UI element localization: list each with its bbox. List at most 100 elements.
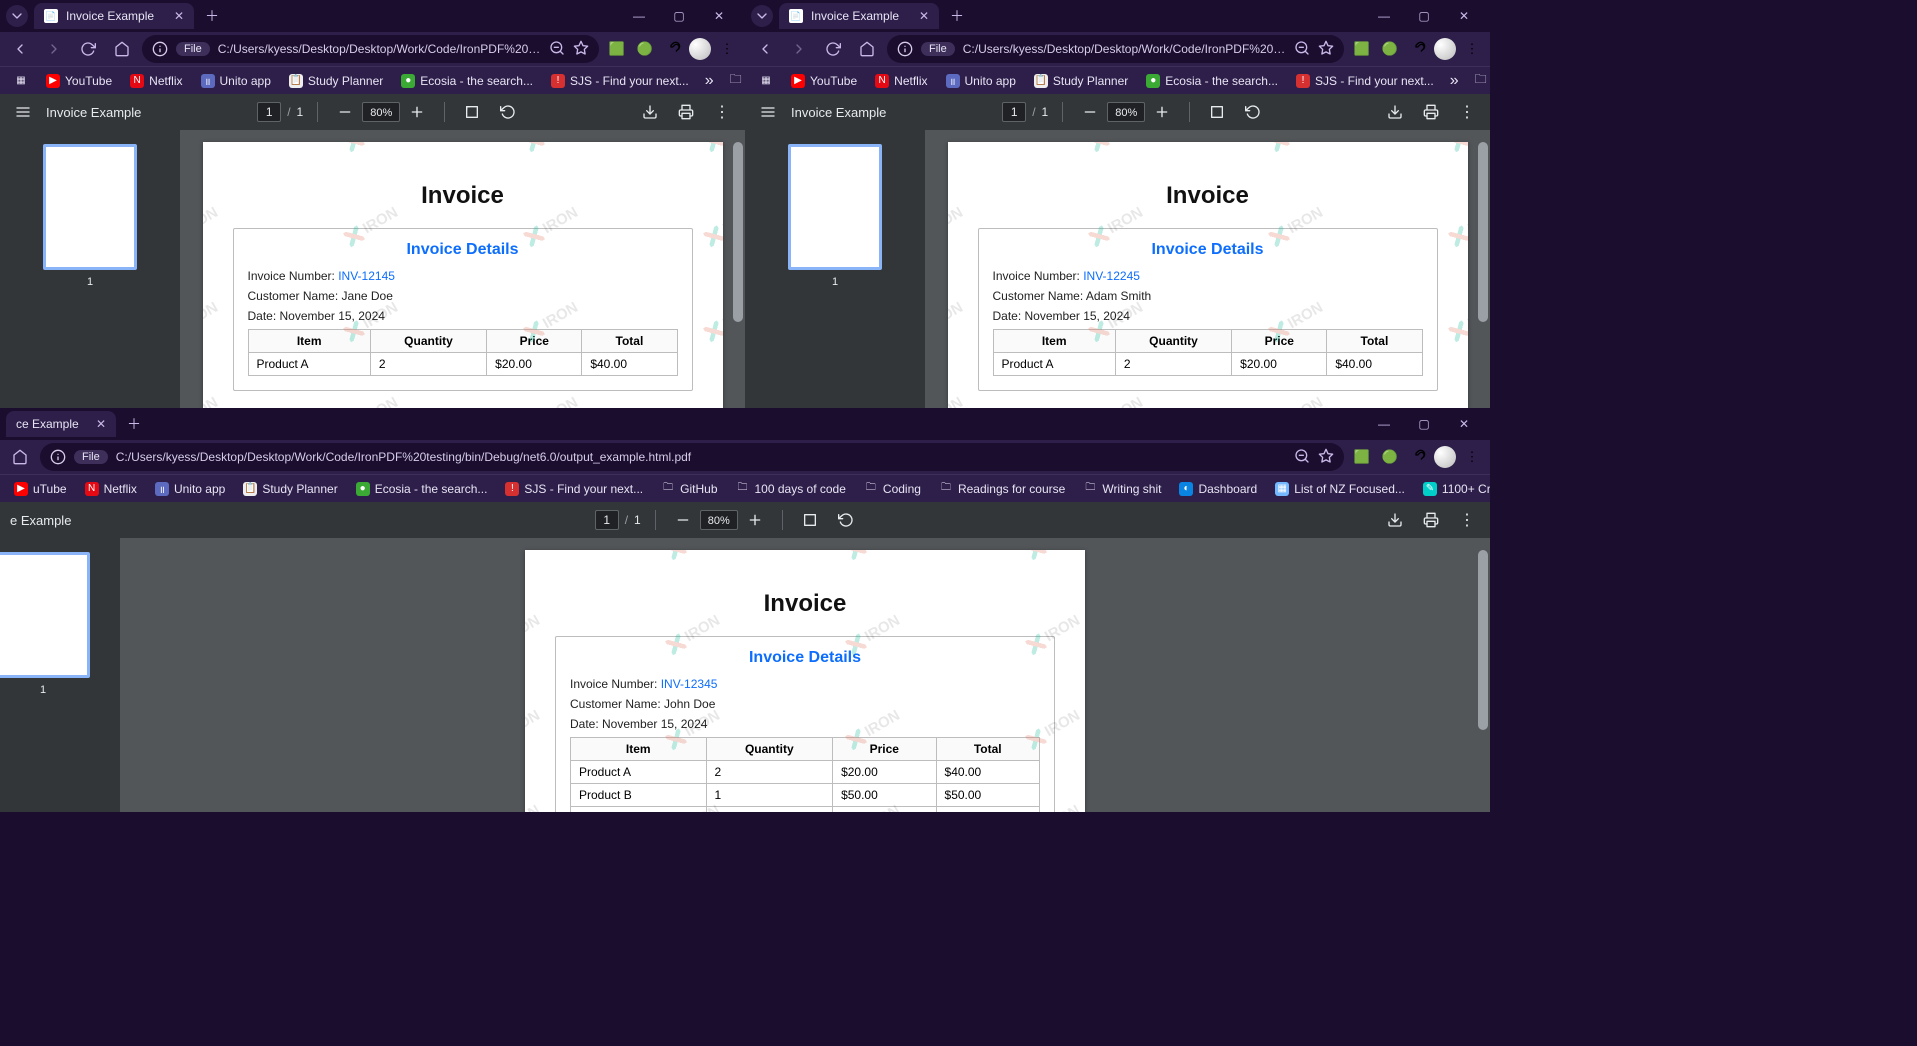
download-button[interactable] [1382, 99, 1408, 125]
pdf-more-button[interactable]: ⋮ [1454, 99, 1480, 125]
page-view[interactable]: IRONIRONIRONIRONIRONIRONIRONIRONIRONIRON… [180, 130, 745, 408]
zoom-in-button[interactable] [1149, 99, 1175, 125]
bookmark-unito[interactable]: ॥Unito app [193, 70, 279, 92]
home-button[interactable] [6, 443, 34, 471]
close-window-button[interactable]: ✕ [699, 2, 739, 30]
bookmark-netflix[interactable]: NNetflix [122, 70, 190, 92]
new-tab-button[interactable]: ＋ [122, 412, 146, 436]
star-icon[interactable] [573, 40, 589, 59]
bookmark-sjs[interactable]: !SJS - Find your next... [543, 70, 697, 92]
minimize-button[interactable]: — [1364, 2, 1404, 30]
zoom-icon[interactable] [1294, 40, 1310, 59]
maximize-button[interactable]: ▢ [1404, 2, 1444, 30]
browser-menu-button[interactable]: ⋮ [1460, 37, 1484, 61]
maximize-button[interactable]: ▢ [659, 2, 699, 30]
browser-tab[interactable]: 📄 Invoice Example ✕ [34, 3, 194, 29]
browser-menu-button[interactable]: ⋮ [715, 37, 739, 61]
address-bar[interactable]: File C:/Users/kyess/Desktop/Desktop/Work… [40, 443, 1344, 471]
zoom-out-button[interactable] [670, 507, 696, 533]
bookmark-netflix[interactable]: NNetflix [77, 478, 145, 500]
download-button[interactable] [1382, 507, 1408, 533]
bookmark-readings[interactable]: 🗀Readings for course [931, 478, 1073, 500]
address-bar[interactable]: File C:/Users/kyess/Desktop/Desktop/Work… [142, 35, 599, 63]
extensions-button[interactable] [1406, 37, 1430, 61]
extension-grammarly[interactable]: 🟢 [1378, 37, 1402, 61]
extensions-button[interactable] [1406, 445, 1430, 469]
vertical-scrollbar[interactable] [733, 142, 743, 322]
bookmark-unito[interactable]: ॥Unito app [147, 478, 233, 500]
close-tab-button[interactable]: ✕ [917, 9, 931, 23]
bookmark-dashboard[interactable]: ◐Dashboard [1171, 478, 1265, 500]
extensions-button[interactable] [661, 37, 685, 61]
extension-grammarly[interactable]: 🟢 [1378, 445, 1402, 469]
vertical-scrollbar[interactable] [1478, 142, 1488, 322]
current-page-input[interactable] [257, 102, 281, 122]
bookmark-study-planner[interactable]: 📋Study Planner [1026, 70, 1136, 92]
extension-1[interactable]: 🟩 [1350, 445, 1374, 469]
current-page-input[interactable] [1002, 102, 1026, 122]
fit-page-button[interactable] [1204, 99, 1230, 125]
vertical-scrollbar[interactable] [1478, 550, 1488, 730]
download-button[interactable] [637, 99, 663, 125]
bookmark-creative[interactable]: ✎1100+ Creative Writ... [1415, 478, 1490, 500]
bookmark-100days[interactable]: 🗀100 days of code [728, 478, 854, 500]
profile-avatar[interactable] [1434, 38, 1456, 60]
pdf-more-button[interactable]: ⋮ [709, 99, 735, 125]
minimize-button[interactable]: — [619, 2, 659, 30]
page-thumbnail[interactable] [788, 144, 882, 270]
close-window-button[interactable]: ✕ [1444, 410, 1484, 438]
rotate-button[interactable] [833, 507, 859, 533]
profile-avatar[interactable] [1434, 446, 1456, 468]
browser-menu-button[interactable]: ⋮ [1460, 445, 1484, 469]
forward-button[interactable] [40, 35, 68, 63]
bookmark-coding[interactable]: 🗀Coding [856, 478, 929, 500]
bookmark-ecosia[interactable]: ●Ecosia - the search... [348, 478, 496, 500]
close-tab-button[interactable]: ✕ [94, 417, 108, 431]
page-thumbnail[interactable] [0, 552, 90, 678]
maximize-button[interactable]: ▢ [1404, 410, 1444, 438]
zoom-out-button[interactable] [332, 99, 358, 125]
page-view[interactable]: IRONIRONIRONIRONIRONIRONIRONIRONIRONIRON… [925, 130, 1490, 408]
zoom-in-button[interactable] [742, 507, 768, 533]
extension-grammarly[interactable]: 🟢 [633, 37, 657, 61]
print-button[interactable] [673, 99, 699, 125]
zoom-level[interactable]: 80% [362, 102, 400, 122]
pdf-menu-button[interactable] [755, 99, 781, 125]
close-window-button[interactable]: ✕ [1444, 2, 1484, 30]
home-button[interactable] [108, 35, 136, 63]
star-icon[interactable] [1318, 40, 1334, 59]
bookmark-sjs[interactable]: !SJS - Find your next... [1288, 70, 1442, 92]
bookmark-ecosia[interactable]: ●Ecosia - the search... [393, 70, 541, 92]
bookmark-nz[interactable]: ▦List of NZ Focused... [1267, 478, 1413, 500]
bookmark-youtube[interactable]: ▶YouTube [38, 70, 120, 92]
page-thumbnail[interactable] [43, 144, 137, 270]
extension-1[interactable]: 🟩 [1350, 37, 1374, 61]
home-button[interactable] [853, 35, 881, 63]
search-tabs-button[interactable] [751, 5, 773, 27]
bookmark-unito[interactable]: ॥Unito app [938, 70, 1024, 92]
browser-tab[interactable]: 📄 Invoice Example ✕ [779, 3, 939, 29]
search-tabs-button[interactable] [6, 5, 28, 27]
zoom-in-button[interactable] [404, 99, 430, 125]
bookmark-ecosia[interactable]: ●Ecosia - the search... [1138, 70, 1286, 92]
page-view[interactable]: IRONIRONIRONIRONIRONIRONIRONIRONIRONIRON… [120, 538, 1490, 812]
minimize-button[interactable]: — [1364, 410, 1404, 438]
print-button[interactable] [1418, 507, 1444, 533]
bookmark-sjs[interactable]: !SJS - Find your next... [497, 478, 651, 500]
star-icon[interactable] [1318, 448, 1334, 467]
apps-button[interactable]: ▦ [6, 70, 36, 92]
all-bookmarks-button[interactable]: 🗀All Bookmarks [722, 67, 745, 95]
forward-button[interactable] [785, 35, 813, 63]
fit-page-button[interactable] [459, 99, 485, 125]
browser-tab[interactable]: ce Example ✕ [6, 411, 116, 437]
all-bookmarks-button[interactable]: 🗀All Bookmarks [1467, 67, 1490, 95]
bookmarks-overflow-button[interactable]: » [699, 72, 720, 90]
bookmark-writing[interactable]: 🗀Writing shit [1075, 478, 1169, 500]
zoom-out-button[interactable] [1077, 99, 1103, 125]
bookmark-study-planner[interactable]: 📋Study Planner [281, 70, 391, 92]
fit-page-button[interactable] [797, 507, 823, 533]
new-tab-button[interactable]: ＋ [945, 4, 969, 28]
new-tab-button[interactable]: ＋ [200, 4, 224, 28]
print-button[interactable] [1418, 99, 1444, 125]
extension-1[interactable]: 🟩 [605, 37, 629, 61]
